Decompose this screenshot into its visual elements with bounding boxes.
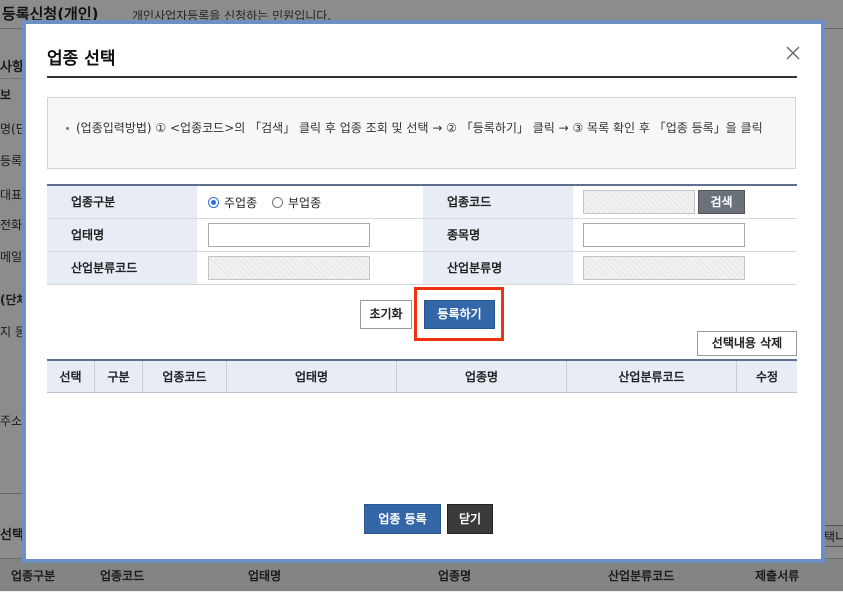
search-button-label: 검색 [710, 195, 733, 209]
column-header-std-code: 산업분류코드 [567, 361, 737, 393]
input-guide-text: (업종입력방법) ① <업종코드>의 「검색」 클릭 후 업종 조회 및 선택 … [76, 121, 763, 135]
column-header-code: 업종코드 [143, 361, 227, 393]
business-type-cell: 주업종 부업종 [197, 186, 423, 218]
industry-code-input [583, 190, 695, 214]
industry-code-label: 업종코드 [423, 186, 573, 218]
form-row: 업종구분 주업종 부업종 업종코드 검색 [47, 186, 797, 219]
industry-list-header: 선택 구분 업종코드 업태명 업종명 산업분류코드 수정 [47, 359, 797, 393]
item-name-input[interactable] [583, 223, 745, 247]
business-name-cell [197, 219, 423, 251]
radio-sub-label: 부업종 [288, 196, 322, 210]
register-highlight [414, 287, 504, 341]
column-header-type: 구분 [95, 361, 143, 393]
bullet-icon [66, 127, 69, 130]
item-name-label: 종목명 [423, 219, 573, 251]
std-code-label: 산업분류코드 [47, 252, 197, 284]
radio-sub-industry[interactable]: 부업종 [272, 194, 321, 211]
std-code-cell [197, 252, 423, 284]
radio-unchecked-icon[interactable] [272, 197, 283, 208]
industry-code-cell: 검색 [573, 186, 797, 218]
industry-select-modal: 업종 선택 (업종입력방법) ① <업종코드>의 「검색」 클릭 후 업종 조회… [22, 20, 825, 563]
search-button[interactable]: 검색 [698, 190, 745, 214]
close-icon[interactable] [784, 44, 802, 62]
radio-main-industry[interactable]: 주업종 [208, 194, 257, 211]
reset-button[interactable]: 초기화 [360, 300, 412, 329]
industry-form-table: 업종구분 주업종 부업종 업종코드 검색 업태명 종목명 산업분류코드 산업분류… [47, 184, 797, 285]
column-header-business: 업태명 [227, 361, 397, 393]
title-divider [47, 76, 797, 78]
business-type-label: 업종구분 [47, 186, 197, 218]
column-header-select: 선택 [47, 361, 95, 393]
std-name-input [583, 256, 745, 280]
std-name-label: 산업분류명 [423, 252, 573, 284]
std-name-cell [573, 252, 797, 284]
std-code-input [208, 256, 370, 280]
submit-industry-button[interactable]: 업종 등록 [364, 504, 441, 534]
radio-checked-icon[interactable] [208, 197, 219, 208]
column-header-item: 업종명 [397, 361, 567, 393]
close-button[interactable]: 닫기 [447, 504, 493, 534]
business-name-input[interactable] [208, 223, 370, 247]
form-row: 산업분류코드 산업분류명 [47, 252, 797, 285]
item-name-cell [573, 219, 797, 251]
modal-title: 업종 선택 [47, 49, 116, 69]
column-header-edit: 수정 [755, 370, 779, 384]
form-row: 업태명 종목명 [47, 219, 797, 252]
radio-main-label: 주업종 [224, 196, 258, 210]
delete-selected-button[interactable]: 선택내용 삭제 [697, 331, 797, 356]
business-name-label: 업태명 [47, 219, 197, 251]
input-guide: (업종입력방법) ① <업종코드>의 「검색」 클릭 후 업종 조회 및 선택 … [66, 119, 776, 137]
input-guide-box: (업종입력방법) ① <업종코드>의 「검색」 클릭 후 업종 조회 및 선택 … [47, 97, 796, 169]
